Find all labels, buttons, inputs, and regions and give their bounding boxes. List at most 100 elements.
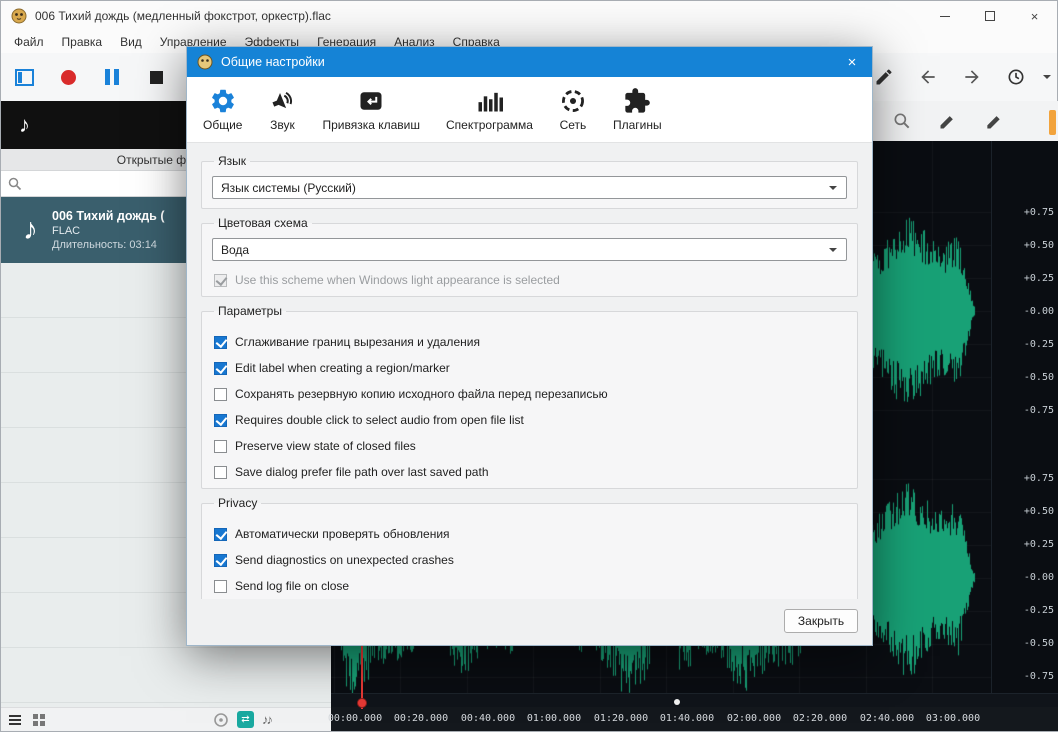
- checkbox-smooth-edges[interactable]: Сглаживание границ вырезания и удаления: [214, 335, 845, 349]
- history-button[interactable]: [999, 60, 1033, 94]
- amp-label: -0.25: [1023, 339, 1054, 350]
- privacy-group-label: Privacy: [218, 496, 258, 510]
- tab-label: Сеть: [559, 118, 587, 132]
- time-label: 01:00.000: [526, 713, 582, 724]
- amp-label: +0.25: [1023, 273, 1054, 284]
- music-note-icon: ♪: [23, 213, 38, 246]
- color-scheme-group-label: Цветовая схема: [218, 216, 308, 230]
- checkbox-label: Use this scheme when Windows light appea…: [235, 273, 560, 287]
- checkbox-label: Edit label when creating a region/marker: [235, 361, 450, 375]
- dialog-title: Общие настройки: [221, 55, 325, 69]
- dialog-footer: Закрыть: [187, 599, 872, 645]
- timeline-ruler[interactable]: 00:00.000 00:20.000 00:40.000 01:00.000 …: [327, 707, 1058, 731]
- tab-key-bindings[interactable]: Привязка клавиш: [322, 87, 420, 132]
- pencil-icon: [876, 69, 892, 85]
- time-label: 00:00.000: [327, 713, 383, 724]
- amp-label: -0.50: [1023, 638, 1054, 649]
- tab-label: Звук: [270, 118, 295, 132]
- amp-label: -0.25: [1023, 605, 1054, 616]
- maximize-button[interactable]: [967, 1, 1012, 31]
- list-view-icon[interactable]: [7, 712, 23, 728]
- checkbox-auto-update[interactable]: Автоматически проверять обновления: [214, 527, 845, 541]
- checkbox[interactable]: [214, 465, 227, 479]
- menu-file[interactable]: Файл: [5, 32, 53, 52]
- window-titlebar: 006 Тихий дождь (медленный фокстрот, орк…: [1, 1, 1057, 31]
- language-group-label: Язык: [218, 154, 247, 168]
- playhead-knob[interactable]: [357, 698, 367, 708]
- record-button[interactable]: [51, 60, 85, 94]
- checkbox[interactable]: [214, 579, 227, 593]
- checkbox-send-diagnostics[interactable]: Send diagnostics on unexpected crashes: [214, 553, 845, 567]
- close-settings-button[interactable]: Закрыть: [784, 609, 858, 633]
- file-format: FLAC: [52, 225, 81, 237]
- time-label: 01:40.000: [659, 713, 715, 724]
- checkbox[interactable]: [214, 361, 227, 375]
- menu-view[interactable]: Вид: [111, 32, 151, 52]
- network-globe-icon: [562, 90, 584, 112]
- checkbox-backup-copy[interactable]: Сохранять резервную копию исходного файл…: [214, 387, 845, 401]
- pause-icon: [105, 69, 119, 85]
- history-dropdown-caret[interactable]: [1043, 75, 1051, 83]
- marker-dot[interactable]: [674, 699, 680, 705]
- redo-button[interactable]: [955, 60, 989, 94]
- tab-general[interactable]: Общие: [203, 87, 242, 132]
- forward-arrow-icon: [965, 70, 979, 84]
- pause-button[interactable]: [95, 60, 129, 94]
- time-label: 00:40.000: [460, 713, 516, 724]
- language-select[interactable]: Язык системы (Русский): [212, 176, 847, 199]
- color-scheme-select[interactable]: Вода: [212, 238, 847, 261]
- checkbox[interactable]: [214, 335, 227, 349]
- amp-label: +0.75: [1023, 473, 1054, 484]
- tab-plugins[interactable]: Плагины: [613, 87, 662, 132]
- dialog-close-button[interactable]: ×: [832, 47, 872, 77]
- status-bar: ⇄ ♪♪: [1, 707, 331, 731]
- undo-button[interactable]: [911, 60, 945, 94]
- privacy-group: Privacy Автоматически проверять обновлен…: [201, 496, 858, 599]
- stop-button[interactable]: [139, 60, 173, 94]
- grid-view-icon[interactable]: [31, 712, 47, 728]
- notes-status-icon[interactable]: ♪♪: [262, 712, 273, 727]
- tab-spectrogram[interactable]: Спектрограмма: [446, 87, 533, 132]
- checkbox-double-click-select[interactable]: Requires double click to select audio fr…: [214, 413, 845, 427]
- time-label: 01:20.000: [593, 713, 649, 724]
- file-title: 006 Тихий дождь (: [52, 209, 165, 223]
- sidebar-toggle-button[interactable]: [7, 60, 41, 94]
- tab-sound[interactable]: Звук: [268, 87, 296, 132]
- checkbox-save-dialog-path[interactable]: Save dialog prefer file path over last s…: [214, 465, 845, 479]
- time-label: 03:00.000: [925, 713, 981, 724]
- checkbox[interactable]: [214, 387, 227, 401]
- back-arrow-icon: [921, 70, 935, 84]
- tab-label: Спектрограмма: [446, 118, 533, 132]
- checkbox[interactable]: [214, 553, 227, 567]
- checkbox-preserve-view-state[interactable]: Preserve view state of closed files: [214, 439, 845, 453]
- tab-label: Привязка клавиш: [322, 118, 420, 132]
- checkbox[interactable]: [214, 413, 227, 427]
- checkbox-label: Send log file on close: [235, 579, 350, 593]
- time-label: 02:40.000: [859, 713, 915, 724]
- marker-flag: [1049, 110, 1056, 135]
- loop-playback-icon[interactable]: [213, 712, 229, 728]
- close-button[interactable]: ×: [1012, 1, 1057, 31]
- sidebar-toggle-icon: [14, 68, 34, 86]
- tab-label: Общие: [203, 118, 243, 132]
- minimize-button[interactable]: [922, 1, 967, 31]
- checkbox-send-log[interactable]: Send log file on close: [214, 579, 845, 593]
- snap-tool-icon[interactable]: ⇄: [237, 711, 254, 728]
- draw-pen-button[interactable]: [977, 104, 1011, 138]
- amp-label: -0.00: [1023, 306, 1054, 317]
- tab-network[interactable]: Сеть: [559, 87, 587, 132]
- checkbox-label: Сохранять резервную копию исходного файл…: [235, 387, 608, 401]
- return-key-icon: [360, 92, 382, 110]
- checkbox-edit-label-on-region[interactable]: Edit label when creating a region/marker: [214, 361, 845, 375]
- settings-body: Язык Язык системы (Русский) Цветовая схе…: [187, 143, 872, 599]
- language-select-value: Язык системы (Русский): [221, 180, 356, 195]
- checkbox[interactable]: [214, 527, 227, 541]
- menu-edit[interactable]: Правка: [53, 32, 112, 52]
- time-label: 02:00.000: [726, 713, 782, 724]
- language-group: Язык Язык системы (Русский): [201, 154, 858, 209]
- checkbox[interactable]: [214, 439, 227, 453]
- amp-label: +0.50: [1023, 240, 1054, 251]
- edit-pen-button[interactable]: [931, 104, 965, 138]
- checkbox-use-scheme-windows-light: Use this scheme when Windows light appea…: [214, 273, 845, 287]
- zoom-fit-button[interactable]: [885, 104, 919, 138]
